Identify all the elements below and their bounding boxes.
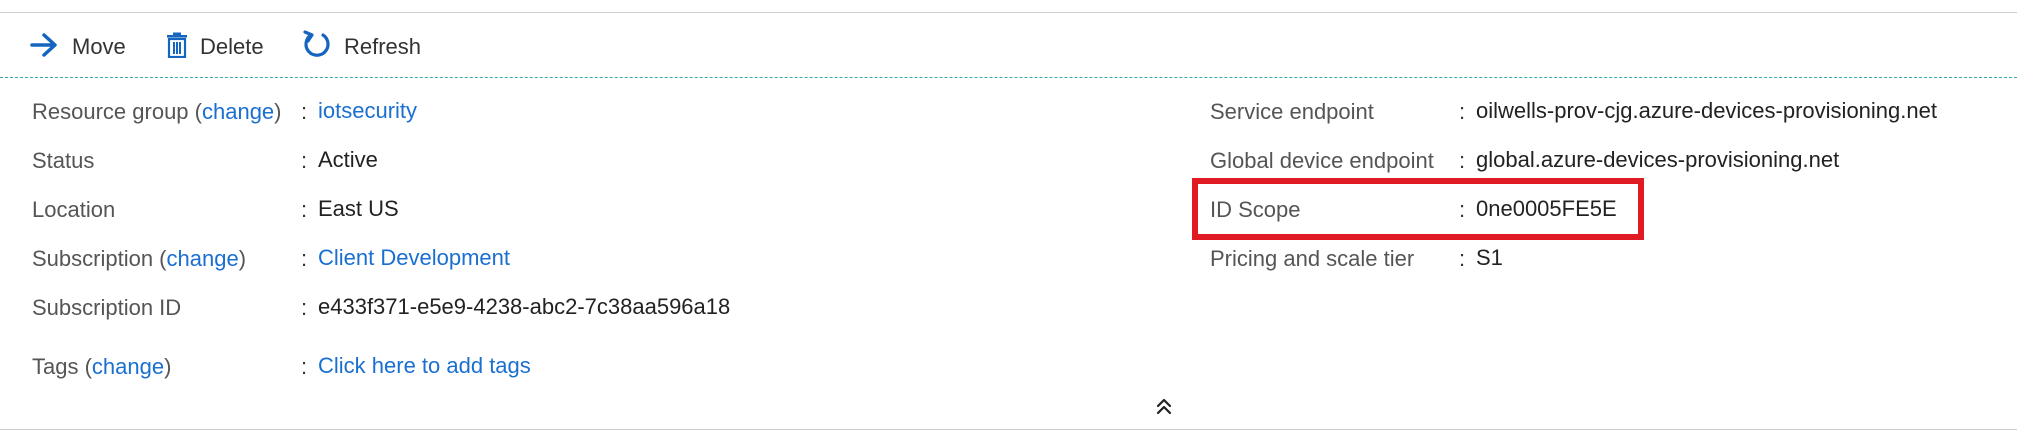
subscription-change-link[interactable]: change <box>167 246 239 271</box>
status-label: Status <box>32 148 95 173</box>
delete-label: Delete <box>200 34 264 59</box>
refresh-icon <box>302 29 332 65</box>
double-chevron-up-icon <box>1154 398 1174 422</box>
separator: : <box>1459 99 1466 124</box>
separator: : <box>301 295 308 320</box>
arrow-right-icon <box>30 32 60 63</box>
subscription-id-value: e433f371-e5e9-4238-abc2-7c38aa596a18 <box>318 294 731 319</box>
separator: : <box>301 99 308 124</box>
separator: : <box>1459 148 1466 173</box>
subscription-label: Subscription (change) <box>32 246 247 271</box>
bottom-divider <box>0 429 2017 430</box>
refresh-button[interactable]: Refresh <box>302 25 421 69</box>
tags-change-link[interactable]: change <box>92 354 164 379</box>
separator: : <box>1459 246 1466 271</box>
pricing-tier-value: S1 <box>1476 245 1503 270</box>
separator: : <box>301 197 308 222</box>
separator: : <box>301 148 308 173</box>
location-label: Location <box>32 197 116 222</box>
global-endpoint-value: global.azure-devices-provisioning.net <box>1476 147 1840 172</box>
status-value: Active <box>318 147 378 172</box>
move-button[interactable]: Move <box>30 25 126 69</box>
delete-button[interactable]: Delete <box>166 25 264 69</box>
add-tags-link[interactable]: Click here to add tags <box>318 353 531 379</box>
tags-label: Tags (change) <box>32 354 172 379</box>
subscription-value[interactable]: Client Development <box>318 245 510 271</box>
trash-icon <box>166 32 188 63</box>
service-endpoint-label: Service endpoint <box>1210 99 1374 124</box>
service-endpoint-value: oilwells-prov-cjg.azure-devices-provisio… <box>1476 98 1937 123</box>
separator: : <box>301 354 308 379</box>
toolbar-divider <box>0 77 2017 78</box>
global-endpoint-label: Global device endpoint <box>1210 148 1434 173</box>
subscription-id-label: Subscription ID <box>32 295 182 320</box>
pricing-tier-label: Pricing and scale tier <box>1210 246 1415 271</box>
top-divider <box>0 12 2017 13</box>
separator: : <box>301 246 308 271</box>
move-label: Move <box>72 34 126 59</box>
resource-group-label: Resource group (change) <box>32 99 282 124</box>
location-value: East US <box>318 196 399 221</box>
resource-group-value[interactable]: iotsecurity <box>318 98 417 124</box>
refresh-label: Refresh <box>344 34 422 59</box>
collapse-essentials-button[interactable] <box>1154 396 1174 418</box>
toolbar: Move Delete Refresh <box>0 25 2017 69</box>
id-scope-highlight <box>1192 178 1644 240</box>
resource-group-change-link[interactable]: change <box>202 99 274 124</box>
